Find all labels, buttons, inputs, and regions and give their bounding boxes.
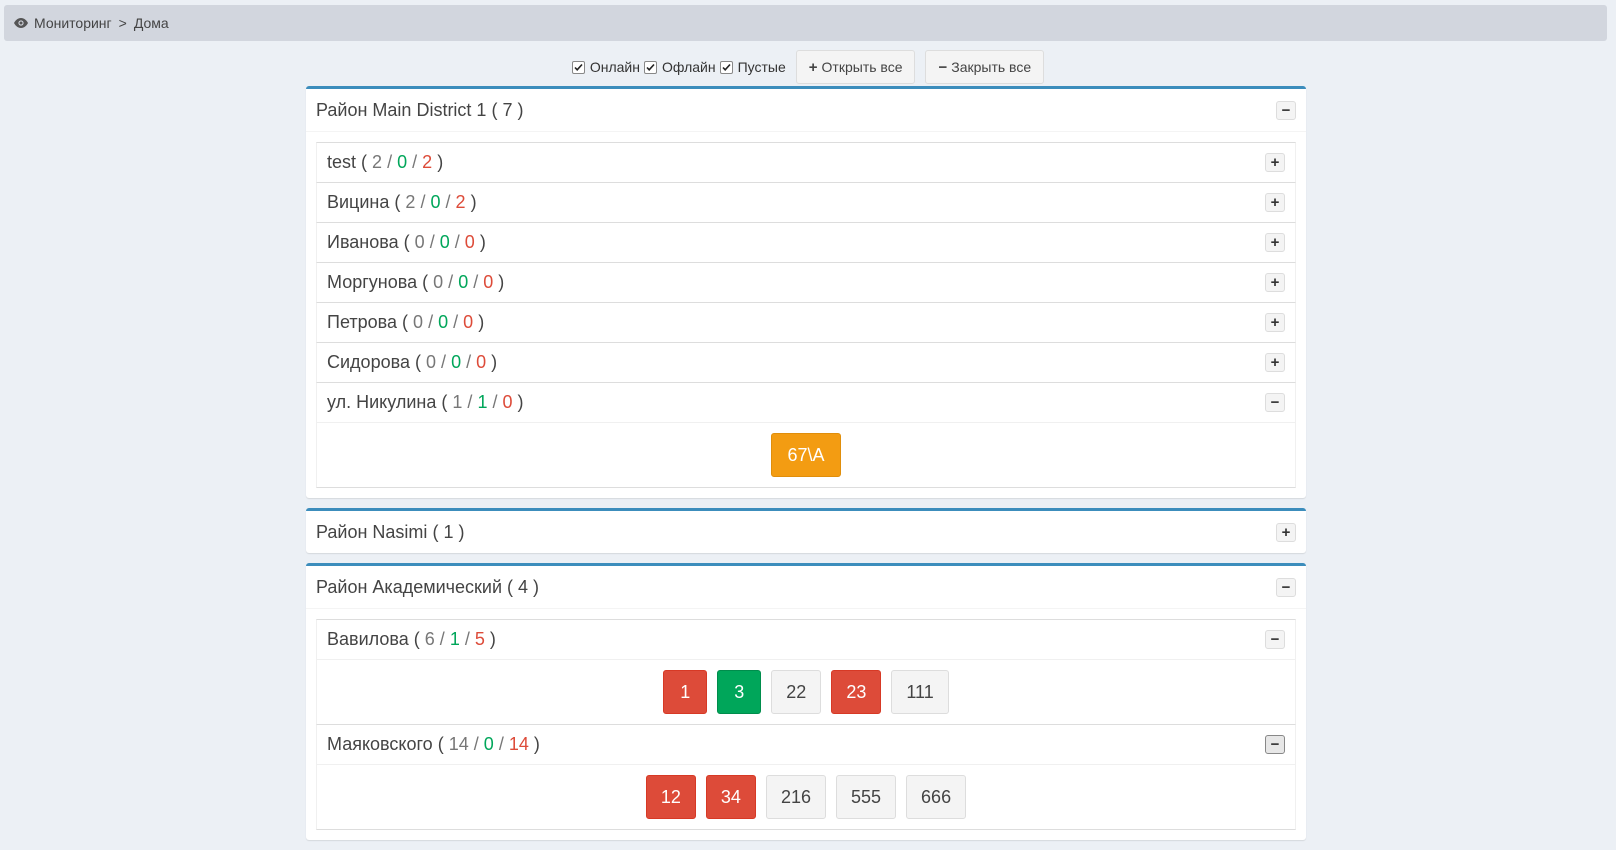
house-button[interactable]: 34 — [705, 775, 756, 819]
district-title: Район Nasimi ( 1 ) — [316, 521, 465, 542]
online-checkbox[interactable] — [571, 60, 585, 74]
house-button[interactable]: 555 — [836, 775, 897, 819]
offline-label: Офлайн — [662, 59, 716, 75]
street-title: Петрова ( 0 / 0 / 0 ) — [327, 312, 485, 332]
street-header: Сидорова ( 0 / 0 / 0 ) + — [317, 343, 1295, 382]
street-panel: Вицина ( 2 / 0 / 2 ) + — [316, 182, 1296, 222]
district-panel: Район Nasimi ( 1 ) + — [306, 508, 1306, 553]
street-header: Иванова ( 0 / 0 / 0 ) + — [317, 223, 1295, 262]
empty-label: Пустые — [737, 59, 786, 75]
offline-checkbox[interactable] — [644, 60, 657, 74]
houses-row: 12 34 216 555 666 — [317, 764, 1295, 829]
street-header: Петрова ( 0 / 0 / 0 ) + — [317, 303, 1295, 342]
street-title: Сидорова ( 0 / 0 / 0 ) — [327, 352, 498, 372]
filter-toolbar: Онлайн Офлайн Пустые + Открыть все − Зак… — [0, 50, 1616, 84]
collapse-icon[interactable]: − — [1276, 577, 1296, 597]
street-header: Моргунова ( 0 / 0 / 0 ) + — [317, 263, 1295, 302]
filter-empty[interactable]: Пустые — [719, 59, 786, 75]
filter-online[interactable]: Онлайн — [571, 59, 640, 75]
street-header: ул. Никулина ( 1 / 1 / 0 ) − — [317, 383, 1295, 422]
expand-icon[interactable]: + — [1265, 153, 1285, 172]
district-header: Район Main District 1 ( 7 ) − — [306, 89, 1306, 132]
street-title: Моргунова ( 0 / 0 / 0 ) — [327, 272, 505, 292]
breadcrumb: Мониторинг > Дома — [4, 5, 1607, 41]
plus-icon: + — [808, 58, 818, 76]
breadcrumb-separator: > — [118, 15, 127, 31]
online-label: Онлайн — [589, 59, 640, 75]
breadcrumb-root[interactable]: Мониторинг — [34, 15, 112, 31]
street-panel: Петрова ( 0 / 0 / 0 ) + — [316, 302, 1296, 342]
open-all-label: Открыть все — [821, 59, 903, 75]
districts-list: Район Main District 1 ( 7 ) − test ( 2 /… — [306, 86, 1306, 850]
district-panel: Район Main District 1 ( 7 ) − test ( 2 /… — [306, 86, 1306, 498]
street-title: test ( 2 / 0 / 2 ) — [327, 152, 444, 172]
house-button[interactable]: 1 — [663, 670, 708, 714]
collapse-icon[interactable]: − — [1276, 100, 1296, 120]
house-button[interactable]: 67\А — [771, 433, 841, 477]
house-button[interactable]: 216 — [765, 775, 826, 819]
filter-offline[interactable]: Офлайн — [644, 59, 716, 75]
district-header: Район Академический ( 4 ) − — [306, 566, 1306, 609]
street-header: Маяковского ( 14 / 0 / 14 ) − — [317, 725, 1295, 764]
house-button[interactable]: 12 — [645, 775, 696, 819]
street-panel: Моргунова ( 0 / 0 / 0 ) + — [316, 262, 1296, 302]
collapse-icon[interactable]: − — [1265, 393, 1285, 412]
district-title: Район Академический ( 4 ) — [316, 576, 540, 597]
street-header: Вицина ( 2 / 0 / 2 ) + — [317, 183, 1295, 222]
street-panel: ул. Никулина ( 1 / 1 / 0 ) − 67\А — [316, 382, 1296, 488]
house-button[interactable]: 22 — [771, 670, 822, 714]
collapse-icon[interactable]: − — [1265, 630, 1285, 649]
expand-icon[interactable]: + — [1265, 233, 1285, 252]
houses-row: 67\А — [317, 422, 1295, 487]
district-panel: Район Академический ( 4 ) − Вавилова ( 6… — [306, 563, 1306, 840]
street-title: ул. Никулина ( 1 / 1 / 0 ) — [327, 392, 524, 412]
expand-icon[interactable]: + — [1265, 353, 1285, 372]
eye-icon — [14, 18, 28, 28]
street-title: Маяковского ( 14 / 0 / 14 ) — [327, 734, 540, 754]
house-button[interactable]: 111 — [891, 670, 949, 714]
district-body: test ( 2 / 0 / 2 ) + Вицина ( 2 / 0 / 2 … — [306, 132, 1306, 498]
breadcrumb-current: Дома — [133, 15, 169, 31]
district-title: Район Main District 1 ( 7 ) — [316, 99, 524, 120]
street-title: Вицина ( 2 / 0 / 2 ) — [327, 192, 477, 212]
street-title: Иванова ( 0 / 0 / 0 ) — [327, 232, 486, 252]
street-panel: Иванова ( 0 / 0 / 0 ) + — [316, 222, 1296, 262]
house-button[interactable]: 3 — [717, 670, 762, 714]
house-button[interactable]: 666 — [906, 775, 967, 819]
street-header: test ( 2 / 0 / 2 ) + — [317, 143, 1295, 182]
minus-icon: − — [938, 58, 948, 76]
houses-row: 1 3 22 23 111 — [317, 659, 1295, 724]
open-all-button[interactable]: + Открыть все — [795, 50, 916, 84]
street-title: Вавилова ( 6 / 1 / 5 ) — [327, 629, 496, 649]
expand-icon[interactable]: + — [1265, 273, 1285, 292]
expand-icon[interactable]: + — [1265, 313, 1285, 332]
house-button[interactable]: 23 — [831, 670, 882, 714]
district-header: Район Nasimi ( 1 ) + — [306, 511, 1306, 553]
street-panel: test ( 2 / 0 / 2 ) + — [316, 142, 1296, 182]
street-panel: Маяковского ( 14 / 0 / 14 ) − 12 34 216 … — [316, 724, 1296, 830]
collapse-icon[interactable]: − — [1265, 735, 1285, 754]
street-header: Вавилова ( 6 / 1 / 5 ) − — [317, 620, 1295, 659]
expand-icon[interactable]: + — [1276, 522, 1296, 542]
street-panel: Вавилова ( 6 / 1 / 5 ) − 1 3 22 23 111 — [316, 619, 1296, 724]
close-all-label: Закрыть все — [951, 59, 1032, 75]
district-body: Вавилова ( 6 / 1 / 5 ) − 1 3 22 23 111 М… — [306, 609, 1306, 840]
close-all-button[interactable]: − Закрыть все — [925, 50, 1045, 84]
expand-icon[interactable]: + — [1265, 193, 1285, 212]
empty-checkbox[interactable] — [719, 60, 733, 74]
street-panel: Сидорова ( 0 / 0 / 0 ) + — [316, 342, 1296, 382]
